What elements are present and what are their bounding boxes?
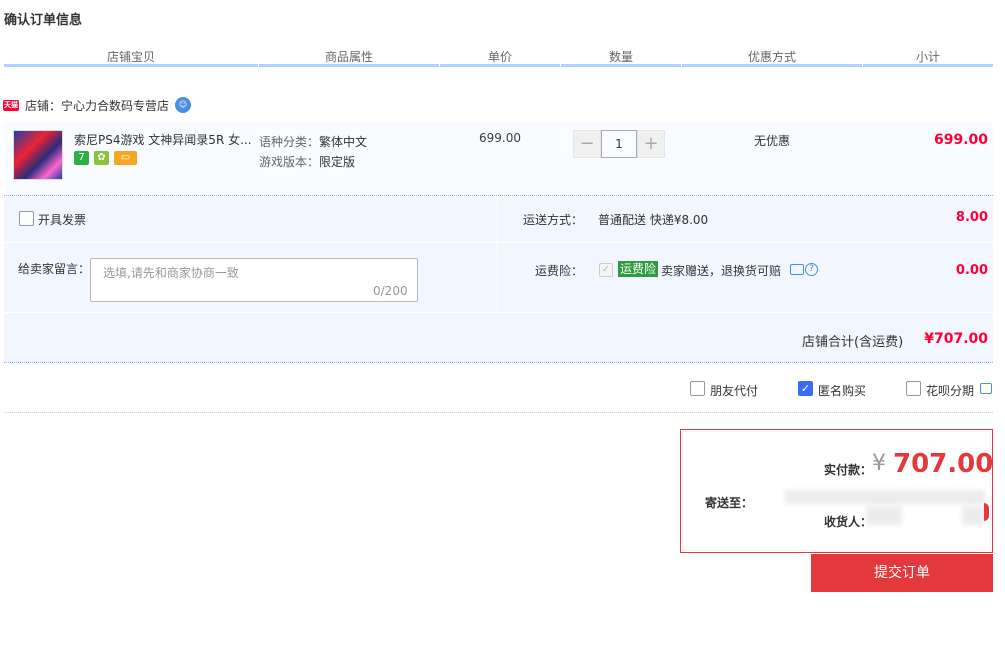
section-divider [4, 412, 993, 413]
shop-total-amount: ¥707.00 [924, 331, 988, 347]
panel-divider [4, 242, 993, 243]
shipping-amount: 8.00 [955, 210, 988, 225]
header-separator [258, 62, 259, 68]
column-header-quantity: 数量 [608, 50, 633, 64]
currency-symbol: ¥ [872, 451, 886, 476]
receiver-name-redacted [866, 506, 902, 525]
quantity-stepper: − 1 + [573, 130, 665, 158]
header-underline [4, 64, 993, 67]
ship-to-label: 寄送至： [705, 496, 754, 510]
product-thumbnail[interactable] [13, 130, 63, 180]
comment-icon[interactable] [790, 264, 804, 275]
insurance-tag: 运费险 [618, 261, 659, 277]
item-subtotal: 699.00 [933, 132, 988, 148]
increase-quantity-button[interactable]: + [637, 130, 665, 158]
memo-char-count: 0/200 [373, 284, 408, 298]
wangwang-chat-icon[interactable]: ☺ [175, 97, 191, 113]
panel-divider [497, 197, 498, 312]
column-header-shop-item: 店铺宝贝 [106, 50, 155, 64]
product-attribute-edition: 游戏版本：限定版 [259, 155, 356, 169]
shipping-address-redacted [785, 490, 985, 504]
header-separator [681, 62, 682, 68]
shipping-label: 运送方式： [523, 213, 584, 227]
page-title: 确认订单信息 [4, 13, 83, 28]
insurance-description: 卖家赠送，退换货可赔 [661, 264, 782, 278]
insurance-label: 运费险： [535, 264, 584, 278]
credit-card-icon[interactable]: ▭ [114, 151, 137, 165]
column-header-unit-price: 单价 [487, 50, 512, 64]
submit-order-button[interactable]: 提交订单 [811, 554, 993, 592]
memo-label: 给卖家留言： [18, 262, 91, 276]
invoice-checkbox[interactable] [19, 211, 34, 226]
insurance-checkbox: ✓ [599, 263, 613, 277]
scroll-indicator [984, 503, 989, 521]
tmall-icon: 天猫 [3, 100, 19, 111]
column-header-attributes: 商品属性 [324, 50, 373, 64]
insurance-amount: 0.00 [955, 263, 988, 278]
receiver-label: 收货人： [824, 515, 873, 529]
shop-name-link[interactable]: 店铺：宁心力合数码专营店 [25, 97, 169, 114]
decrease-quantity-button[interactable]: − [573, 130, 601, 158]
memo-placeholder: 选填,请先和商家协商一致 [103, 266, 239, 280]
help-icon[interactable]: ? [805, 263, 818, 276]
huabei-installment-label: 花呗分期 [926, 384, 975, 398]
shop-total-label: 店铺合计(含运费) [802, 335, 904, 350]
panel-divider [4, 312, 993, 313]
anonymous-purchase-label: 匿名购买 [818, 384, 867, 398]
anonymous-purchase-checkbox[interactable]: ✓ [798, 381, 813, 396]
product-attribute-language: 语种分类：繁体中文 [259, 135, 368, 149]
unit-price: 699.00 [479, 131, 521, 145]
guarantee-icon[interactable]: ✿ [94, 151, 109, 165]
seven-day-return-icon[interactable]: 7 [74, 151, 89, 165]
quantity-input[interactable]: 1 [601, 130, 637, 158]
huabei-installment-checkbox[interactable] [906, 381, 921, 396]
comment-icon[interactable] [980, 383, 992, 394]
paid-amount-label: 实付款： [824, 463, 873, 477]
product-title-link[interactable]: 索尼PS4游戏 文神异闻录5R 女... [74, 131, 254, 148]
friend-pay-label: 朋友代付 [710, 384, 759, 398]
discount-value: 无优惠 [754, 134, 791, 148]
paid-amount: 707.00 [893, 449, 994, 479]
invoice-label: 开具发票 [38, 213, 87, 227]
shipping-method[interactable]: 普通配送 快递¥8.00 [598, 211, 708, 228]
header-separator [439, 62, 440, 68]
column-header-discount: 优惠方式 [747, 50, 796, 64]
receiver-phone-redacted [962, 506, 984, 525]
friend-pay-checkbox[interactable] [690, 381, 705, 396]
header-separator [862, 62, 863, 68]
column-header-subtotal: 小计 [915, 50, 940, 64]
header-separator [560, 62, 561, 68]
